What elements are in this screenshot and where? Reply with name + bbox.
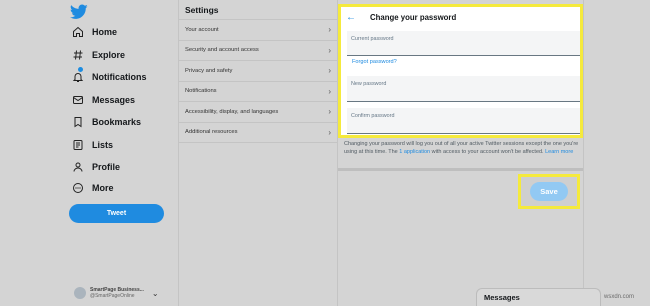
nav-item-home[interactable]: Home (72, 22, 117, 42)
password-info-text: Changing your password will log you out … (344, 140, 582, 156)
application-link[interactable]: 1 application (399, 149, 430, 155)
field-label: New password (351, 81, 387, 87)
settings-item-label: Security and account access (185, 47, 259, 54)
envelope-icon (73, 96, 83, 104)
nav-item-lists[interactable]: Lists (72, 135, 113, 155)
more-icon (73, 183, 83, 193)
field-label: Confirm password (351, 113, 395, 119)
chevron-right-icon: › (328, 127, 331, 137)
account-handle: @SmartPageOnline (90, 293, 135, 299)
settings-item-additional-resources[interactable]: Additional resources › (179, 123, 337, 143)
messages-drawer[interactable]: Messages (476, 288, 601, 306)
chevron-right-icon: › (328, 107, 331, 117)
nav-item-label: Bookmarks (92, 117, 142, 127)
save-highlight: Save (518, 174, 580, 209)
nav-item-label: Profile (92, 162, 121, 172)
nav-item-more[interactable]: More (72, 178, 114, 198)
settings-item-label: Notifications (185, 88, 217, 95)
settings-item-notifications[interactable]: Notifications › (179, 82, 337, 102)
current-password-field[interactable]: Current password (347, 31, 580, 56)
settings-item-label: Your account (185, 26, 219, 33)
avatar (74, 287, 86, 299)
nav-item-messages[interactable]: Messages (72, 90, 135, 110)
save-button[interactable]: Save (530, 182, 568, 201)
settings-item-security[interactable]: Security and account access › (179, 41, 337, 61)
chevron-right-icon: › (328, 66, 331, 76)
settings-item-accessibility[interactable]: Accessibility, display, and languages › (179, 102, 337, 123)
forgot-password-link[interactable]: Forgot password? (352, 59, 397, 65)
chevron-right-icon: › (328, 86, 331, 96)
hashtag-icon (73, 50, 83, 60)
field-label: Current password (351, 36, 394, 42)
messages-drawer-label: Messages (484, 293, 520, 302)
settings-item-label: Additional resources (185, 129, 238, 136)
tweet-button[interactable]: Tweet (69, 204, 164, 223)
person-icon (73, 162, 83, 172)
nav-item-label: Messages (92, 95, 136, 105)
new-password-field[interactable]: New password (347, 76, 580, 102)
nav-item-label: Notifications (92, 72, 147, 82)
confirm-password-field[interactable]: Confirm password (347, 108, 580, 134)
left-navigation: Home Explore Notifications Messages Book… (0, 0, 178, 306)
home-icon (73, 26, 83, 37)
chevron-right-icon: › (328, 45, 331, 55)
learn-more-link[interactable]: Learn more (545, 149, 573, 155)
settings-column: Settings Your account › Security and acc… (178, 0, 338, 306)
page-title: Change your password (370, 12, 457, 22)
settings-item-label: Privacy and safety (185, 67, 233, 74)
bookmark-icon (74, 117, 82, 128)
settings-item-label: Accessibility, display, and languages (185, 108, 279, 115)
twitter-logo-icon[interactable] (70, 4, 88, 20)
nav-item-bookmarks[interactable]: Bookmarks (72, 112, 141, 132)
bell-icon (72, 73, 84, 82)
nav-item-explore[interactable]: Explore (72, 45, 125, 65)
nav-item-label: Lists (92, 140, 114, 150)
notification-badge (78, 67, 83, 72)
nav-item-label: Home (92, 27, 118, 37)
chevron-right-icon: › (328, 25, 331, 35)
settings-item-privacy[interactable]: Privacy and safety › (179, 61, 337, 82)
settings-item-your-account[interactable]: Your account › (179, 20, 337, 41)
list-icon (73, 140, 83, 150)
account-switcher[interactable]: SmartPage Business... @SmartPageOnline ⌄ (74, 285, 174, 301)
back-arrow-icon[interactable]: ← (346, 12, 356, 23)
nav-item-profile[interactable]: Profile (72, 157, 120, 177)
nav-item-notifications[interactable]: Notifications (72, 67, 147, 87)
change-password-panel: ← Change your password Current password … (338, 4, 583, 138)
watermark: wsxdn.com (604, 294, 635, 300)
panel-header: ← Change your password (341, 7, 580, 27)
nav-item-label: Explore (92, 50, 126, 60)
settings-title: Settings (179, 0, 337, 20)
change-password-column: ← Change your password Current password … (338, 0, 584, 306)
divider (338, 168, 583, 171)
nav-item-label: More (92, 183, 114, 193)
chevron-down-icon: ⌄ (151, 288, 159, 298)
info-text-part: with access to your account won't be aff… (431, 149, 544, 155)
